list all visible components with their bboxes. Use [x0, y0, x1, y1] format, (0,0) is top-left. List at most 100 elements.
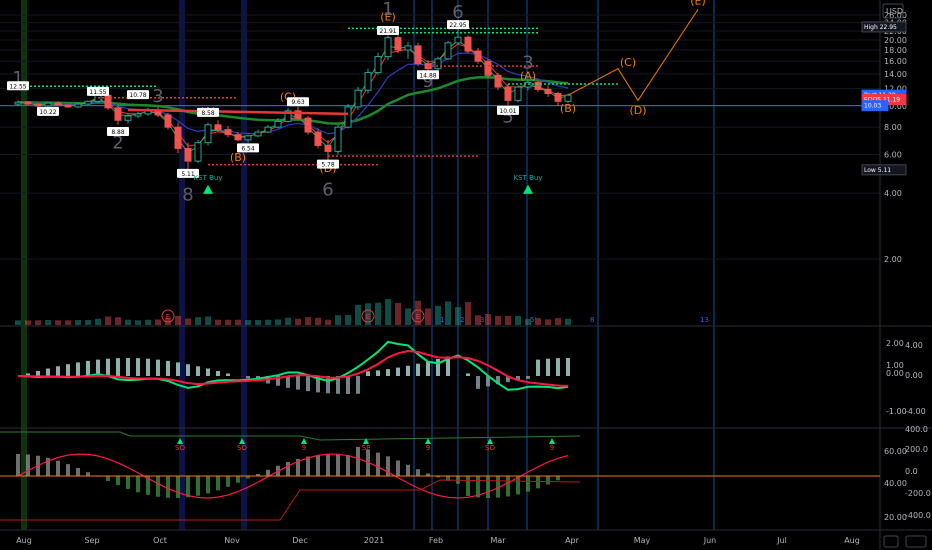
- macd-bar: [566, 358, 570, 376]
- candle-body: [484, 60, 492, 76]
- osc-bar: [196, 476, 200, 496]
- volume-bar: [445, 301, 451, 325]
- candle-body: [514, 86, 522, 101]
- price-tick: 16.00: [884, 57, 907, 66]
- volume-bar: [55, 320, 61, 325]
- candle-body: [374, 56, 382, 74]
- candle-body: [14, 101, 22, 105]
- volume-bar: [65, 320, 71, 325]
- candle-body: [204, 124, 212, 144]
- price-tick: 20.00: [884, 36, 907, 45]
- osc-bar: [86, 472, 90, 476]
- macd-bar: [36, 370, 40, 376]
- osc-bar: [16, 454, 20, 476]
- macd-bar: [396, 367, 400, 376]
- macd-bar: [56, 366, 60, 376]
- macd-bar: [106, 358, 110, 376]
- candle-body: [404, 45, 412, 51]
- candle-body: [384, 37, 392, 58]
- vline-label: 2: [460, 316, 464, 324]
- candle-body: [344, 106, 352, 128]
- time-tick: Apr: [565, 536, 580, 545]
- wave-label: 8: [182, 185, 193, 206]
- volume-bar: [495, 315, 501, 325]
- volume-bar: [345, 314, 351, 325]
- candle-body: [494, 74, 502, 88]
- time-tick: May: [634, 536, 651, 545]
- osc-label: SO: [485, 444, 495, 452]
- osc-bar: [406, 464, 410, 476]
- macd-bar: [296, 376, 300, 390]
- price-tag: 9.63: [291, 99, 305, 106]
- price-tick: 4.00: [884, 189, 902, 198]
- macd-bar: [176, 362, 180, 376]
- volume-bar: [235, 319, 241, 325]
- wave-label: 3: [152, 86, 163, 107]
- macd-bar: [86, 360, 90, 376]
- volume-bar: [545, 319, 551, 325]
- price-tag: 10.01: [499, 108, 516, 115]
- volume-bar: [45, 320, 51, 325]
- volume-bar: [255, 320, 261, 325]
- candle-body: [24, 101, 32, 105]
- volume-bar: [155, 319, 161, 325]
- candle-body: [544, 88, 552, 94]
- osc-label: SO: [175, 444, 185, 452]
- price-tag: 8.88: [111, 129, 125, 136]
- osc-bar: [416, 469, 420, 476]
- osc-bar: [556, 476, 560, 481]
- osc-label: 9: [550, 444, 554, 452]
- candle-body: [224, 129, 232, 136]
- osc-tick-right: 400.0: [905, 425, 928, 434]
- volume-bar: [315, 317, 321, 325]
- candle-body: [44, 102, 52, 107]
- macd-bar: [216, 370, 220, 376]
- osc-bar: [106, 476, 110, 481]
- time-tick: Jul: [776, 536, 787, 545]
- time-tick: Feb: [429, 536, 443, 545]
- event-marker-label: E: [416, 313, 420, 321]
- volume-bar: [465, 302, 471, 325]
- osc-bar: [346, 455, 350, 476]
- candle-body: [324, 144, 332, 152]
- volume-bar: [515, 315, 521, 325]
- volume-bar: [35, 320, 41, 325]
- candle-body: [234, 134, 242, 141]
- osc-bar: [226, 476, 230, 487]
- osc-bar: [136, 476, 140, 493]
- osc-bar: [236, 476, 240, 483]
- osc-tick: 40.00: [884, 479, 907, 488]
- candle-body: [124, 115, 132, 121]
- volume-bar: [405, 308, 411, 325]
- wave-label: (B): [230, 151, 246, 164]
- osc-bar: [26, 454, 30, 476]
- price-tag: 6.54: [241, 145, 255, 152]
- osc-label: 9: [302, 444, 306, 452]
- price-tag: 10.78: [129, 92, 146, 99]
- volume-bar: [245, 320, 251, 325]
- volume-bar: [175, 315, 181, 325]
- volume-bar: [285, 317, 291, 325]
- macd-bar: [116, 358, 120, 376]
- volume-bar: [25, 320, 31, 325]
- price-tick: 18.00: [884, 46, 907, 55]
- macd-bar: [146, 358, 150, 376]
- osc-bar: [396, 460, 400, 476]
- candle-body: [244, 135, 252, 141]
- osc-tick: 20.00: [884, 513, 907, 522]
- volume-bar: [395, 303, 401, 325]
- macd-bar: [206, 368, 210, 376]
- candle-body: [454, 36, 462, 44]
- macd-bar: [536, 359, 540, 376]
- osc-bar: [76, 468, 80, 476]
- osc-label: SO: [237, 444, 247, 452]
- macd-tick-right: -4.00: [905, 407, 926, 416]
- time-tick: Nov: [224, 536, 240, 545]
- volume-bar: [295, 318, 301, 325]
- osc-bar: [186, 476, 190, 498]
- volume-bar: [485, 313, 491, 325]
- price-chart[interactable]: 1238(A)(B)(C)(D)6(E)1963(A)5(B)(C)(D)(E)…: [0, 0, 932, 550]
- macd-bar: [196, 366, 200, 376]
- volume-bar: [535, 318, 541, 325]
- volume-bar: [105, 316, 111, 325]
